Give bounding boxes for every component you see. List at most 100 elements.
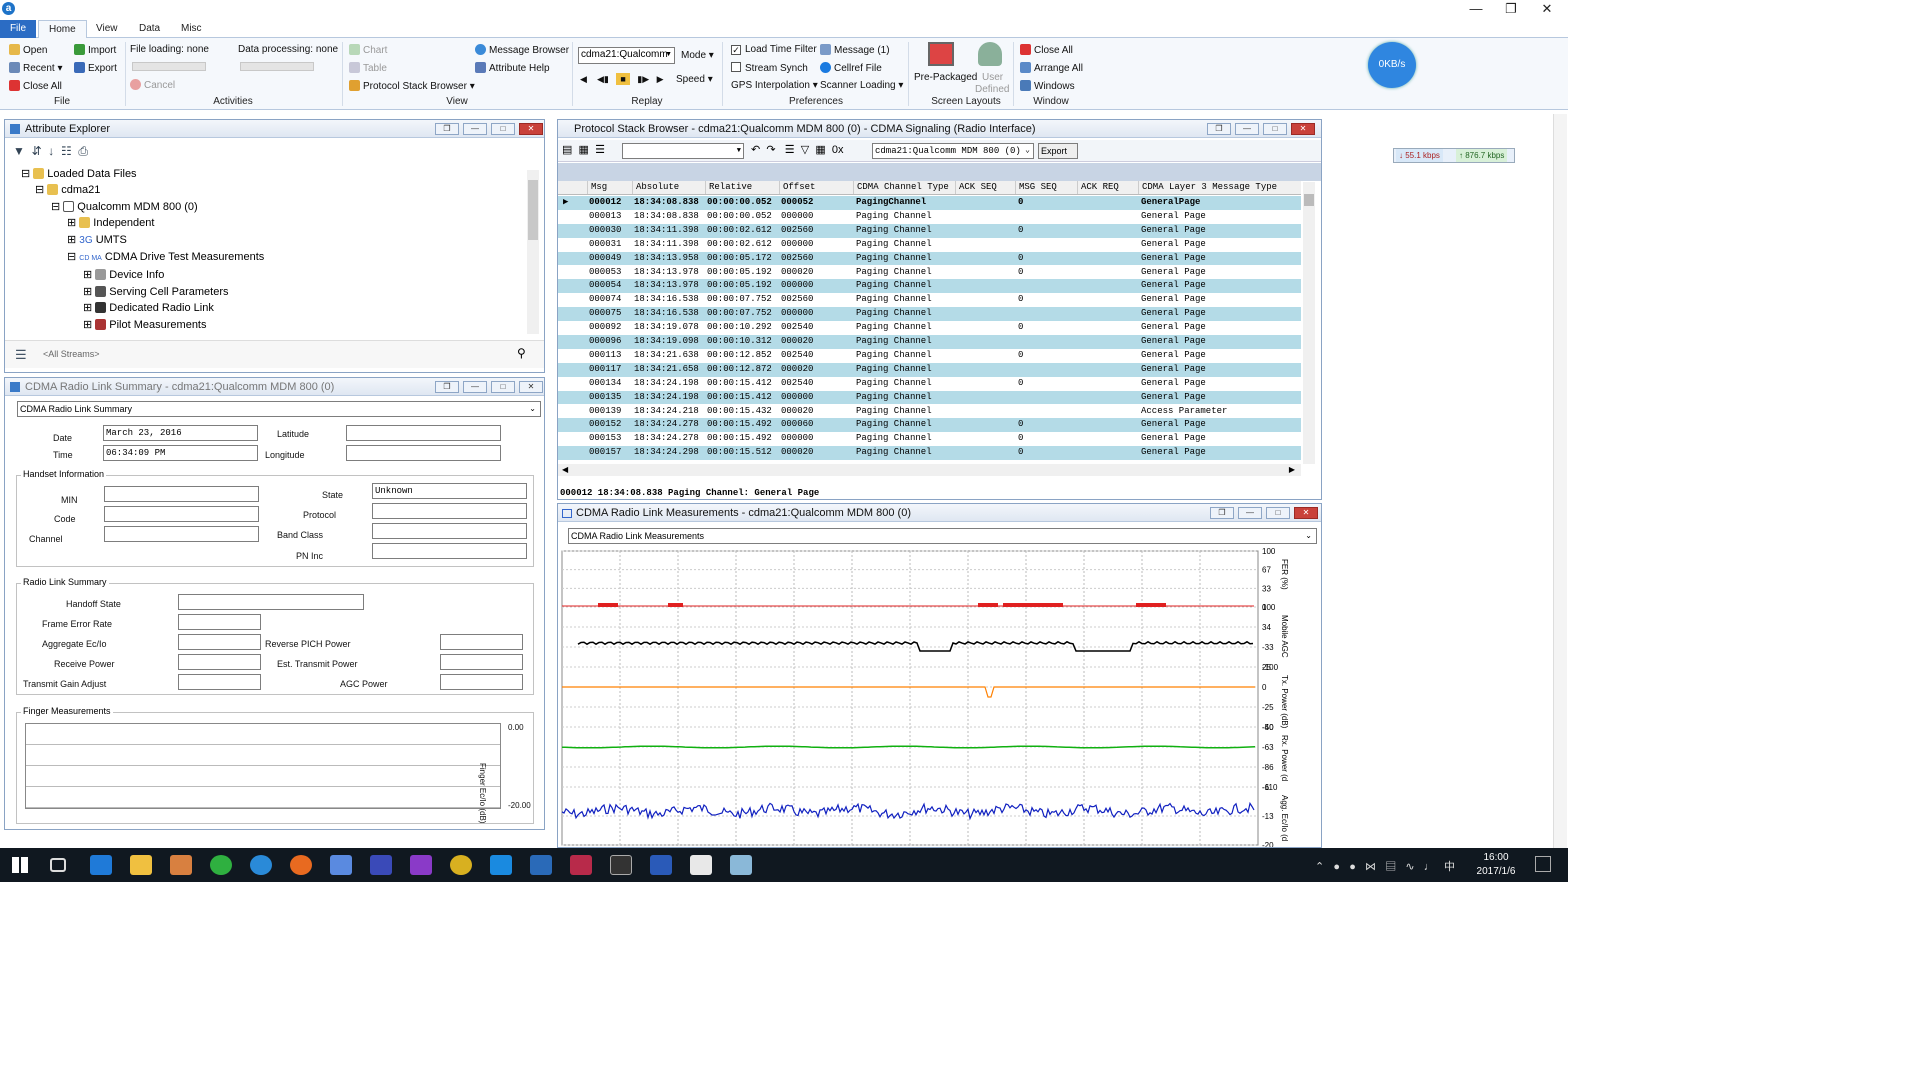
min-field[interactable]: [104, 486, 259, 502]
minimize-pane-icon[interactable]: —: [1238, 507, 1262, 519]
message-browser-button[interactable]: Message Browser: [475, 44, 569, 57]
list-icon[interactable]: ☰: [595, 144, 605, 156]
find-next-icon[interactable]: ↷: [766, 144, 775, 156]
menu-icon[interactable]: ☰: [15, 347, 27, 363]
columns-icon[interactable]: ▦: [579, 144, 589, 156]
cellref-file-button[interactable]: Cellref File: [820, 62, 882, 75]
load-time-filter-checkbox[interactable]: ✓ Load Time Filter: [731, 44, 817, 56]
col-relative[interactable]: Relative: [705, 181, 779, 194]
tree-scrollbar[interactable]: [527, 170, 539, 334]
terminal-icon[interactable]: [610, 855, 632, 875]
analyzer-icon[interactable]: [530, 855, 552, 875]
maximize-pane-icon[interactable]: □: [491, 381, 515, 393]
tab-file[interactable]: File: [0, 20, 36, 38]
table-button[interactable]: Table: [349, 62, 387, 75]
table-row[interactable]: 000157 18:34:24.298 00:00:15.512 000020 Pagi…: [558, 446, 1301, 461]
tab-view[interactable]: View: [86, 20, 128, 38]
ide-icon[interactable]: [570, 855, 592, 875]
main-vertical-scrollbar[interactable]: [1553, 114, 1567, 848]
time-field[interactable]: 06:34:09 PM: [103, 445, 258, 461]
close-pane-icon[interactable]: ✕: [1294, 507, 1318, 519]
app-icon[interactable]: [330, 855, 352, 875]
funnel-icon[interactable]: ▽: [801, 144, 809, 156]
table-row[interactable]: 000113 18:34:21.638 00:00:12.852 002540 Pagi…: [558, 349, 1301, 363]
close-all-windows-button[interactable]: Close All: [1020, 44, 1073, 57]
filter-icon[interactable]: ▼: [13, 144, 25, 158]
attribute-help-button[interactable]: Attribute Help: [475, 62, 550, 75]
restore-pane-icon[interactable]: ❐: [435, 381, 459, 393]
col-ack-seq[interactable]: ACK SEQ: [955, 181, 1015, 194]
cancel-button[interactable]: Cancel: [130, 79, 175, 92]
table-row[interactable]: 000013 18:34:08.838 00:00:00.052 000000 Pagi…: [558, 210, 1301, 224]
reverse-pich-power-field[interactable]: [440, 634, 523, 650]
tree-node-cdma-drive-test[interactable]: ⊟ CD MA CDMA Drive Test Measurements: [21, 249, 264, 267]
minimize-icon[interactable]: —: [1462, 1, 1490, 17]
wechat-icon[interactable]: [210, 855, 232, 875]
table-row[interactable]: 000053 18:34:13.978 00:00:05.192 000020 Pagi…: [558, 266, 1301, 280]
table-row[interactable]: 000152 18:34:24.278 00:00:15.492 000060 Pagi…: [558, 418, 1301, 433]
tree-node-dedicated-radio-link[interactable]: ⊞ Dedicated Radio Link: [21, 300, 264, 316]
tree-node-independent[interactable]: ⊞ Independent: [21, 215, 264, 231]
table-row[interactable]: 000153 18:34:24.278 00:00:15.492 000000 Pagi…: [558, 432, 1301, 446]
explorer-icon[interactable]: [130, 855, 152, 875]
protocol-stack-browser-button[interactable]: Protocol Stack Browser ▾: [349, 80, 475, 93]
pn-inc-field[interactable]: [372, 543, 527, 559]
firefox-icon[interactable]: [290, 855, 312, 875]
open-button[interactable]: Open: [9, 44, 47, 57]
network-icon[interactable]: ▤: [1385, 861, 1396, 873]
table-row[interactable]: 000117 18:34:21.658 00:00:12.872 000020 Pagi…: [558, 362, 1301, 377]
table-vertical-scrollbar[interactable]: [1303, 182, 1315, 464]
close-pane-icon[interactable]: ✕: [519, 381, 543, 393]
network-speed-badge[interactable]: 0KB/s: [1368, 42, 1416, 88]
est-transmit-power-field[interactable]: [440, 654, 523, 670]
maximize-icon[interactable]: ❐: [1497, 1, 1525, 17]
play-icon[interactable]: ▶: [657, 74, 664, 84]
stream-filter-input[interactable]: <All Streams>: [43, 349, 100, 359]
channel-field[interactable]: [104, 526, 259, 542]
col-offset[interactable]: Offset: [779, 181, 853, 194]
tree-node-device-info[interactable]: ⊞ Device Info: [21, 267, 264, 283]
visual-studio-icon[interactable]: [410, 855, 432, 875]
scroll-right-icon[interactable]: ▶: [1289, 464, 1295, 476]
restore-pane-icon[interactable]: ❐: [1210, 507, 1234, 519]
table-row[interactable]: 000074 18:34:16.538 00:00:07.752 002560 Pagi…: [558, 293, 1301, 307]
maximize-pane-icon[interactable]: □: [1263, 123, 1287, 135]
speed-button[interactable]: Speed ▾: [676, 74, 713, 86]
table-row[interactable]: 000096 18:34:19.098 00:00:10.312 000020 Pagi…: [558, 335, 1301, 349]
tray-app-icon[interactable]: ●: [1333, 861, 1340, 873]
utility-icon[interactable]: [450, 855, 472, 875]
maximize-pane-icon[interactable]: □: [491, 123, 515, 135]
minimize-pane-icon[interactable]: —: [1235, 123, 1259, 135]
band-class-field[interactable]: [372, 523, 527, 539]
tab-home[interactable]: Home: [38, 20, 87, 39]
table-grid-icon[interactable]: ▦: [815, 144, 825, 156]
stop-icon[interactable]: ■: [616, 73, 630, 85]
bluetooth-icon[interactable]: ⋈: [1365, 861, 1376, 873]
stream-synch-checkbox[interactable]: Stream Synch: [731, 62, 808, 75]
col-message-type[interactable]: CDMA Layer 3 Message Type: [1138, 181, 1301, 194]
browser-stream-select[interactable]: cdma21:Qualcomm MDM 800 (0) ⌄: [872, 143, 1034, 159]
table-row[interactable]: 000031 18:34:11.398 00:00:02.612 000000 Pagi…: [558, 238, 1301, 252]
tree-scroll-thumb[interactable]: [528, 180, 538, 240]
actix-icon[interactable]: [690, 855, 712, 875]
message-button[interactable]: Message (1): [820, 44, 890, 57]
table-row[interactable]: 000134 18:34:24.198 00:00:15.412 002540 Pagi…: [558, 377, 1301, 391]
table-row[interactable]: ▶ 000012 18:34:08.838 00:00:00.052 000052 Pag…: [558, 196, 1301, 210]
tree-node-serving-cell[interactable]: ⊞ Serving Cell Parameters: [21, 284, 264, 300]
print-icon[interactable]: ⎙: [78, 144, 88, 158]
chart-button[interactable]: Chart: [349, 44, 387, 57]
table-row[interactable]: 000139 18:34:24.218 00:00:15.432 000020 Pagi…: [558, 405, 1301, 419]
frame-error-rate-field[interactable]: [178, 614, 261, 630]
minimize-pane-icon[interactable]: —: [463, 381, 487, 393]
media-icon[interactable]: [170, 855, 192, 875]
rewind-icon[interactable]: ◀: [580, 74, 587, 84]
tray-wechat-icon[interactable]: ●: [1349, 861, 1356, 873]
longitude-field[interactable]: [346, 445, 501, 461]
windows-button[interactable]: Windows: [1020, 80, 1075, 93]
tree-node-pilot-measurements[interactable]: ⊞ Pilot Measurements: [21, 317, 264, 333]
arrange-all-button[interactable]: Arrange All: [1020, 62, 1083, 75]
close-all-files-button[interactable]: Close All: [9, 80, 62, 93]
tree-icon[interactable]: ☷: [61, 144, 72, 158]
col-msg-seq[interactable]: MSG SEQ: [1015, 181, 1077, 194]
replay-stream-select[interactable]: cdma21:Qualcomm ▼: [578, 47, 675, 64]
